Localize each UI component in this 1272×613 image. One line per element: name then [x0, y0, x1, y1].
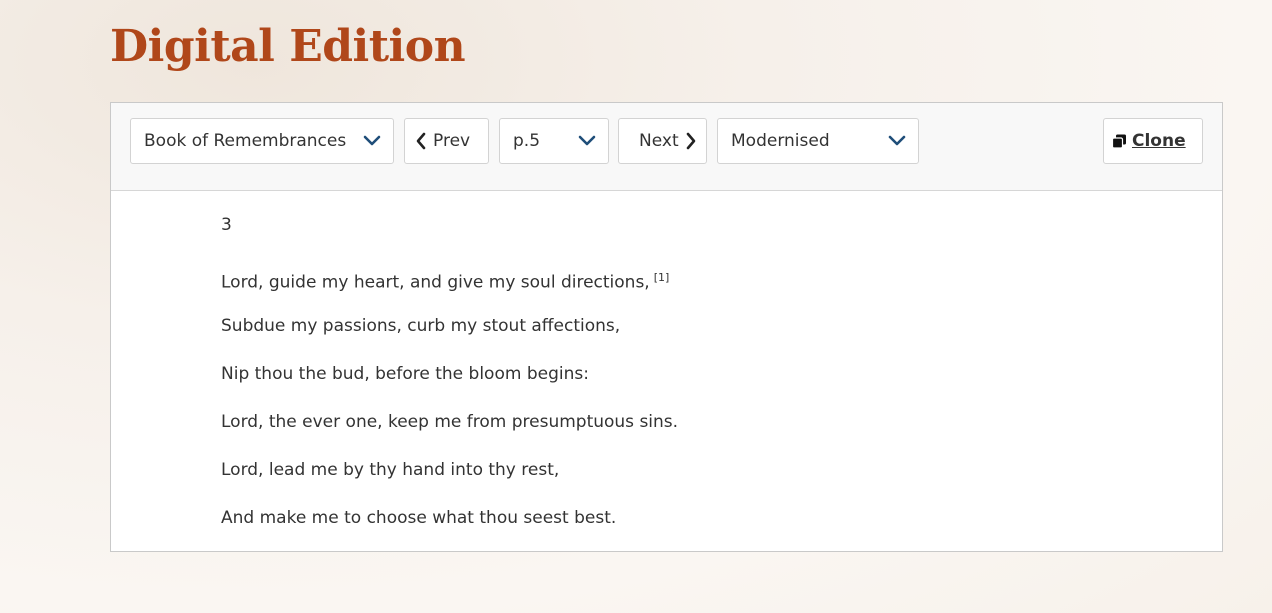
next-button[interactable]: Next [618, 118, 707, 164]
verse-line-text: Lord, guide my heart, and give my soul d… [221, 272, 650, 293]
verse-line: And make me to choose what thou seest be… [221, 508, 617, 528]
clone-icon [1112, 134, 1126, 149]
page-select[interactable]: p.5 [499, 118, 609, 164]
page-select-value: p.5 [513, 131, 541, 151]
clone-button[interactable]: Clone [1103, 118, 1203, 164]
prev-button-label: Prev [433, 131, 471, 151]
mode-select[interactable]: Modernised [717, 118, 919, 164]
next-button-label: Next [639, 131, 679, 151]
page-title: Digital Edition [110, 21, 466, 72]
chevron-down-icon [578, 135, 596, 146]
chevron-right-icon [686, 132, 695, 150]
clone-button-label: Clone [1132, 131, 1186, 151]
chevron-left-icon [416, 132, 426, 150]
verse-line: Subdue my passions, curb my stout affect… [221, 316, 621, 336]
page-number: 3 [221, 215, 232, 235]
prev-button[interactable]: Prev [404, 118, 489, 164]
verse-line: Nip thou the bud, before the bloom begin… [221, 364, 589, 384]
verse-line: Lord, guide my heart, and give my soul d… [221, 266, 669, 295]
mode-select-value: Modernised [731, 131, 830, 151]
footnote-link[interactable]: [1] [654, 271, 670, 284]
chevron-down-icon [363, 135, 381, 146]
chevron-down-icon [888, 135, 906, 146]
verse-line: Lord, lead me by thy hand into thy rest, [221, 460, 560, 480]
reader-toolbar: Book of Remembrances Prev p.5 Next Moder [111, 103, 1222, 191]
book-select-value: Book of Remembrances [144, 131, 347, 151]
book-select[interactable]: Book of Remembrances [130, 118, 394, 164]
verse-line: Lord, the ever one, keep me from presump… [221, 412, 679, 432]
reader-panel: Book of Remembrances Prev p.5 Next Moder [110, 102, 1223, 552]
